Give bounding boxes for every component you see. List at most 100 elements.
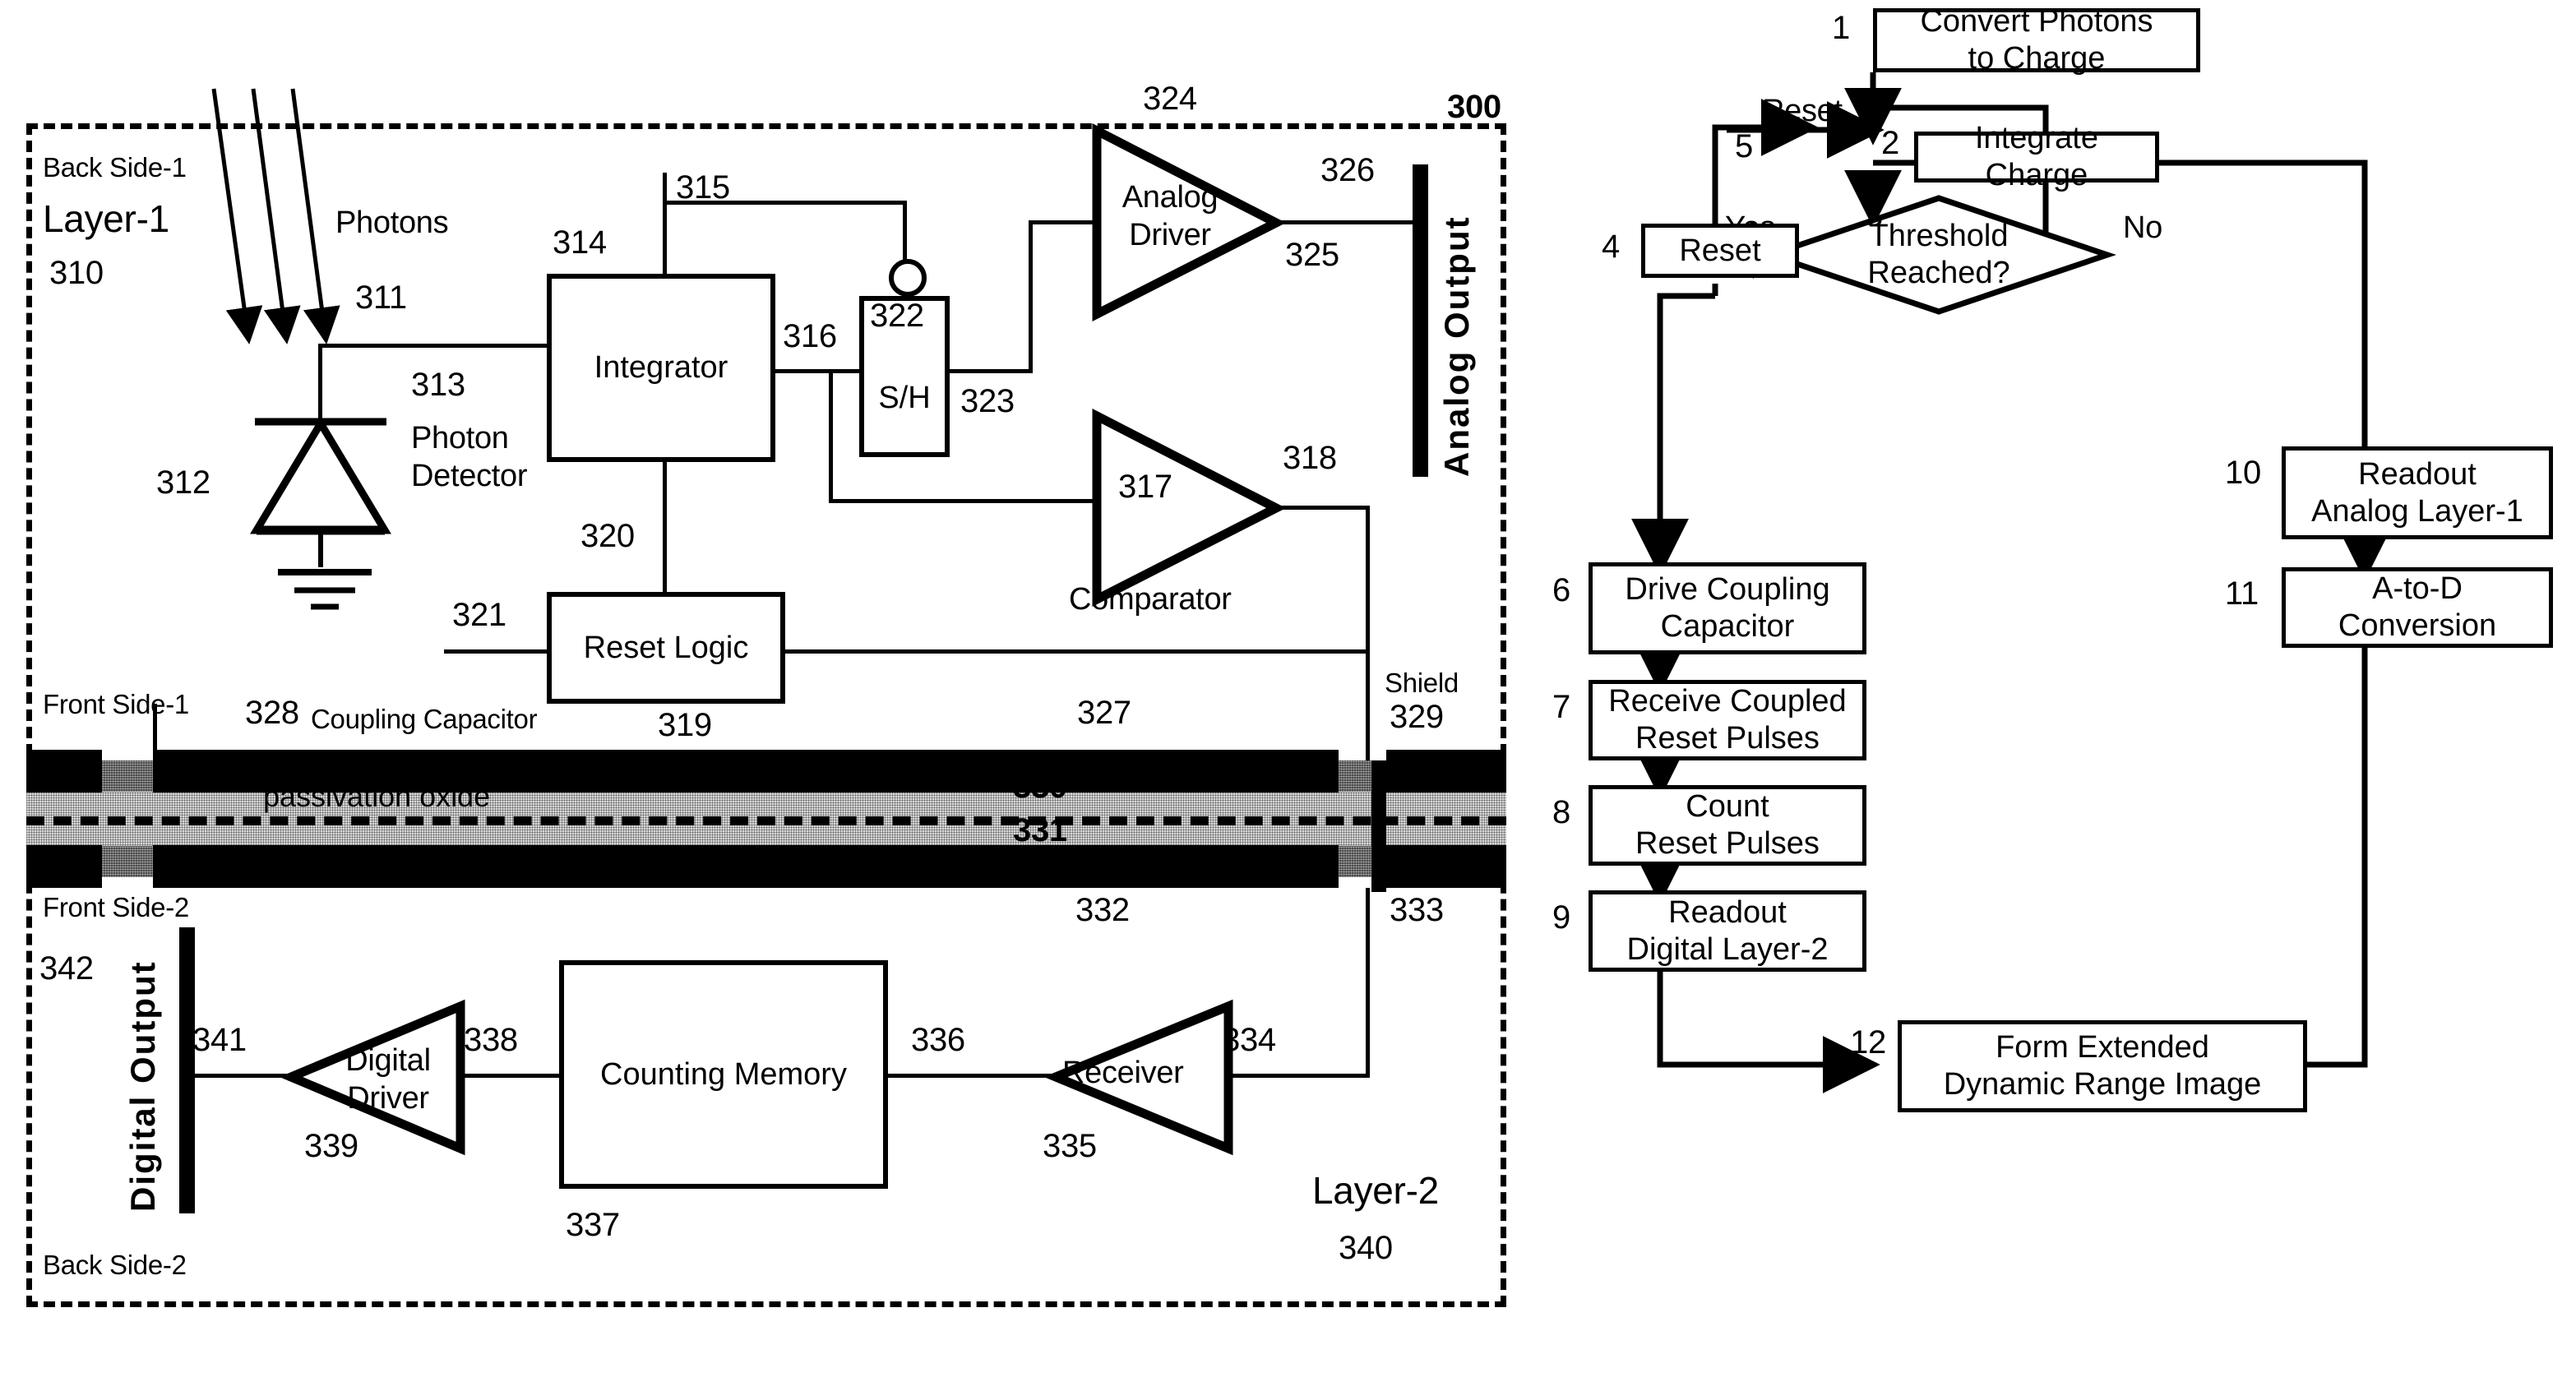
flow-step-7-label: Receive Coupled Reset Pulses: [1608, 684, 1847, 756]
flow-step-12-box: Form Extended Dynamic Range Image: [1898, 1020, 2307, 1112]
comparator-label: Comparator: [1069, 582, 1232, 617]
node-ref-336: 336: [911, 1022, 965, 1058]
wire-315-down-to-sh: [903, 201, 907, 261]
flow-step-7-number: 7: [1552, 689, 1570, 725]
photon-detector-label: Photon Detector: [411, 421, 528, 494]
node-ref-342: 342: [39, 950, 94, 987]
comparator-icon: [1092, 408, 1287, 607]
shield-bottom-plate: [1386, 845, 1506, 888]
analog-driver-ref-324: 324: [1143, 81, 1197, 117]
wire-341: [192, 1074, 293, 1078]
layer-1-ref: 310: [49, 255, 104, 291]
oxide-ref-330: 330: [1013, 769, 1067, 805]
node-ref-321: 321: [452, 597, 506, 633]
node-ref-325: 325: [1285, 237, 1339, 273]
front-side-1-label: Front Side-1: [43, 689, 189, 719]
wire-316-branch-down: [829, 369, 833, 502]
flow-step-6-label: Drive Coupling Capacitor: [1625, 572, 1830, 644]
photons-label: Photons: [335, 206, 449, 240]
shield-vertical-bar: [1371, 760, 1386, 892]
integrator-block: Integrator: [547, 274, 775, 462]
flow-step-4-box: Reset: [1641, 224, 1799, 278]
wire-315-up: [663, 173, 667, 278]
sh-invert-bubble-icon: [889, 259, 927, 297]
flow-step-10-number: 10: [2225, 455, 2261, 491]
figure-ref-300: 300: [1447, 89, 1501, 125]
photons-ref-311: 311: [355, 280, 407, 316]
wire-318-out: [1271, 506, 1370, 510]
flow-step-8-number: 8: [1552, 794, 1570, 830]
flow-step-11-label: A-to-D Conversion: [2338, 571, 2497, 643]
shield-label: Shield: [1385, 668, 1459, 698]
flow-step-3-label: Threshold Reached?: [1867, 219, 2010, 290]
node-ref-318: 318: [1283, 440, 1337, 476]
analog-driver-label: Analog Driver: [1122, 180, 1219, 252]
coupling-capacitor-label: Coupling Capacitor: [311, 704, 538, 734]
wire-323-out: [947, 369, 1033, 373]
capacitor-bottom-plate-left: [26, 845, 102, 888]
sample-hold-label: S/H: [878, 380, 931, 415]
flow-step-4-label: Reset: [1679, 233, 1761, 268]
digital-driver-label: Digital Driver: [345, 1043, 431, 1116]
flow-step-8-box: Count Reset Pulses: [1589, 785, 1866, 866]
layer-1-label: Layer-1: [43, 197, 169, 240]
front-side-2-label: Front Side-2: [43, 892, 189, 922]
wire-316: [773, 369, 862, 373]
node-ref-341: 341: [192, 1022, 247, 1058]
flow-step-1-label: Convert Photons to Charge: [1920, 4, 2153, 76]
wire-323-up: [1029, 220, 1033, 373]
wire-318-to-resetlogic: [783, 649, 1370, 654]
flow-step-9-number: 9: [1552, 899, 1570, 936]
node-ref-320: 320: [580, 518, 635, 554]
layer-2-ref: 340: [1339, 1230, 1393, 1266]
wire-321: [444, 649, 549, 654]
node-ref-338: 338: [464, 1022, 518, 1058]
capacitor-top-plate-left: [26, 750, 102, 793]
wire-336: [886, 1074, 1057, 1078]
wire-318-down: [1366, 506, 1370, 654]
flow-step-10-label: Readout Analog Layer-1: [2311, 456, 2523, 529]
flow-step-11-box: A-to-D Conversion: [2282, 567, 2553, 648]
flow-step-4-number: 4: [1602, 229, 1620, 265]
flow-step-9-box: Readout Digital Layer-2: [1589, 890, 1866, 972]
flow-step-2-box: Integrate Charge: [1914, 121, 2159, 192]
reset-input-label: Reset: [1762, 94, 1843, 128]
analog-output-bar: [1413, 164, 1428, 477]
sample-hold-ref-322: 322: [870, 298, 924, 334]
node-ref-316: 316: [783, 318, 837, 354]
coupling-capacitor-ref-328: 328: [245, 695, 299, 731]
receiver-ref-335: 335: [1043, 1128, 1097, 1164]
node-ref-315: 315: [676, 169, 730, 206]
wire-323-to-driver: [1029, 220, 1096, 224]
reset-logic-ref-319: 319: [658, 707, 712, 743]
flow-step-3-number: 3: [1865, 197, 1883, 233]
reset-edge-ref-5: 5: [1735, 128, 1753, 164]
comparator-ref-317: 317: [1118, 469, 1172, 505]
wire-334-down: [1366, 888, 1370, 1077]
back-side-2-label: Back Side-2: [43, 1250, 187, 1280]
node-ref-313: 313: [411, 367, 465, 403]
flow-step-10-box: Readout Analog Layer-1: [2282, 446, 2553, 539]
wire-338: [460, 1074, 564, 1078]
node-ref-327: 327: [1077, 695, 1131, 731]
wire-334-to-receiver: [1228, 1074, 1370, 1078]
reset-logic-label: Reset Logic: [583, 630, 749, 665]
integrator-label: Integrator: [594, 350, 728, 386]
counting-memory-block: Counting Memory: [559, 960, 888, 1189]
interface-ref-331: 331: [1013, 812, 1067, 848]
flow-step-1-box: Convert Photons to Charge: [1873, 4, 2200, 76]
wire-325: [1271, 220, 1417, 224]
passivation-oxide-label: passivation oxide: [263, 779, 491, 813]
wire-detector-to-node313: [318, 344, 322, 426]
photon-detector-icon: [250, 416, 391, 567]
flow-step-7-box: Receive Coupled Reset Pulses: [1589, 680, 1866, 760]
wire-320: [663, 459, 667, 595]
flow-step-2-label: Integrate Charge: [1975, 121, 2098, 192]
digital-driver-ref-339: 339: [304, 1128, 358, 1164]
reset-logic-block: Reset Logic: [547, 592, 785, 704]
detector-ref-312: 312: [156, 464, 210, 501]
node-ref-333: 333: [1390, 892, 1444, 928]
layer-interface-dashed-line: [26, 816, 1506, 825]
counting-memory-label: Counting Memory: [600, 1056, 847, 1092]
flow-step-12-label: Form Extended Dynamic Range Image: [1943, 1030, 2262, 1102]
